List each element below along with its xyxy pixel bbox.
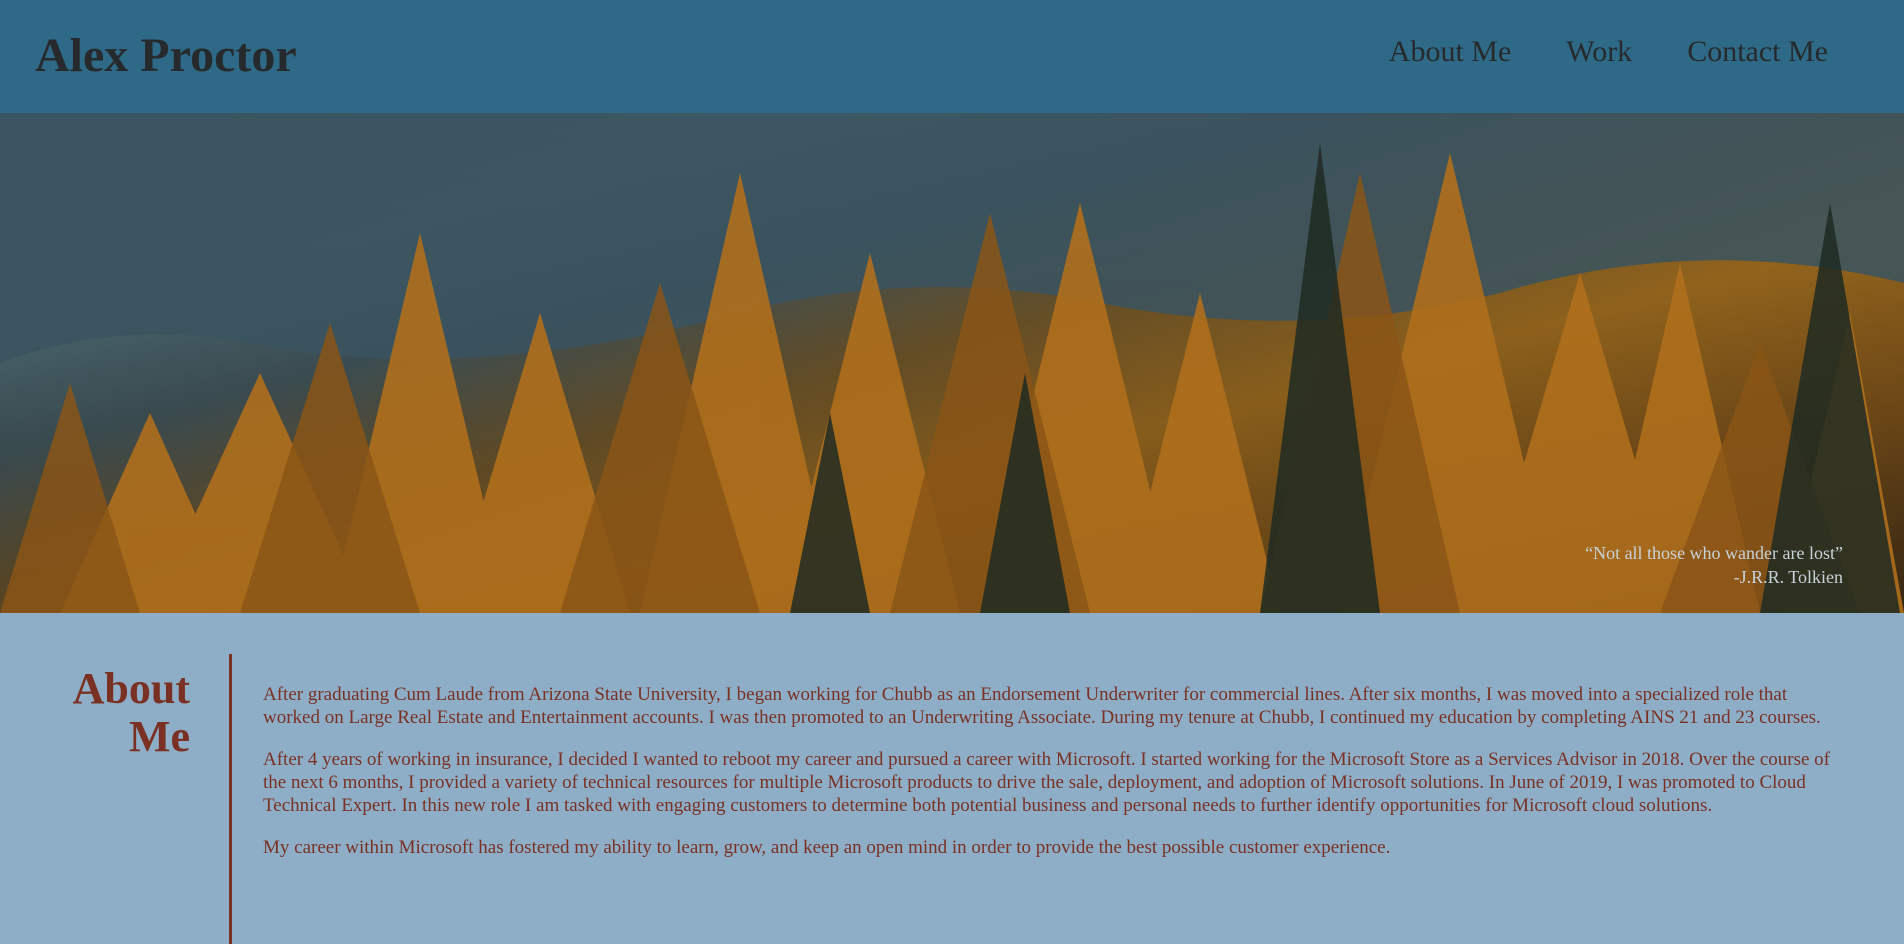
- forest-illustration: [0, 113, 1904, 613]
- about-heading: About Me: [72, 664, 190, 761]
- nav-link-contact-me[interactable]: Contact Me: [1687, 34, 1828, 70]
- site-title[interactable]: Alex Proctor: [35, 28, 297, 84]
- nav-link-about-me[interactable]: About Me: [1389, 34, 1512, 70]
- section-divider: [229, 654, 232, 944]
- quote-text: “Not all those who wander are lost”: [1585, 543, 1843, 563]
- about-paragraph: My career within Microsoft has fostered …: [263, 837, 1391, 858]
- about-body: After graduating Cum Laude from Arizona …: [263, 683, 1843, 878]
- site-header: Alex Proctor About Me Work Contact Me: [0, 0, 1904, 113]
- about-section: About Me After graduating Cum Laude from…: [0, 613, 1904, 944]
- hero-quote: “Not all those who wander are lost” -J.R…: [1585, 541, 1843, 589]
- about-paragraph: After 4 years of working in insurance, I…: [263, 749, 1830, 816]
- hero-banner: “Not all those who wander are lost” -J.R…: [0, 113, 1904, 613]
- main-nav: About Me Work Contact Me: [1389, 34, 1828, 70]
- about-paragraph: After graduating Cum Laude from Arizona …: [263, 684, 1821, 728]
- quote-author: -J.R.R. Tolkien: [1733, 567, 1843, 587]
- nav-link-work[interactable]: Work: [1566, 34, 1632, 70]
